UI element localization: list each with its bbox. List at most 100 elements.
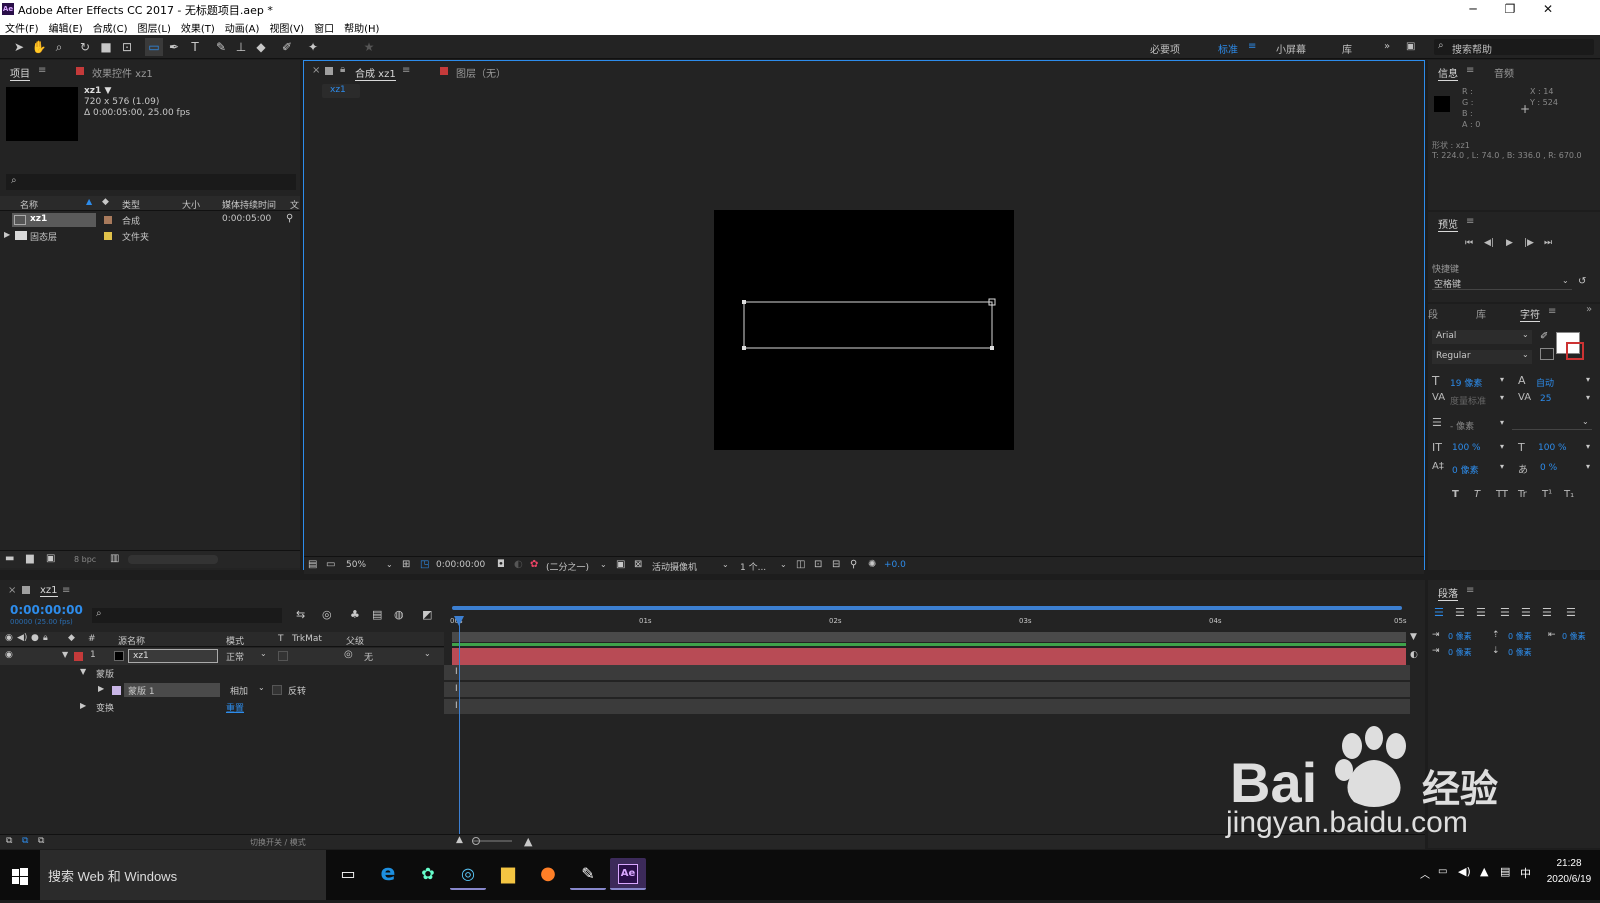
puppet-pin-tool-icon[interactable]: ✦ — [304, 38, 322, 56]
pickwhip-icon[interactable]: ◎ — [344, 649, 353, 660]
composition-canvas[interactable] — [714, 210, 1014, 450]
motion-blur-icon[interactable]: ◍ — [394, 608, 404, 621]
label-column-icon[interactable]: ◆ — [102, 197, 109, 207]
task-view-icon[interactable]: ▭ — [330, 858, 366, 890]
black-white-swatch[interactable] — [1540, 348, 1554, 360]
help-search-box[interactable]: ⌕ 搜索帮助 — [1434, 39, 1594, 56]
visibility-eye-icon[interactable]: ◉ — [5, 650, 13, 660]
mask-color-swatch[interactable] — [112, 686, 121, 695]
first-line-indent-value[interactable]: 0 像素 — [1448, 647, 1472, 658]
layer-switches-icon[interactable]: ⧉ — [6, 836, 12, 846]
tsume-value[interactable]: 0 % — [1540, 463, 1557, 473]
expand-arrow-icon[interactable]: ▶ — [98, 684, 104, 693]
roto-brush-tool-icon[interactable]: ✐ — [278, 38, 296, 56]
start-button[interactable] — [0, 850, 40, 900]
workspace-small-screen[interactable]: 小屏幕 — [1276, 41, 1306, 56]
dropdown-chevron-icon[interactable]: ▾ — [1500, 442, 1504, 451]
app-icon[interactable]: ✿ — [410, 858, 446, 890]
workspace-standard[interactable]: 标准 — [1218, 41, 1238, 56]
subscript-button[interactable]: T₁ — [1564, 489, 1574, 500]
firefox-icon[interactable]: ● — [530, 858, 566, 890]
column-trkmat[interactable]: TrkMat — [292, 634, 322, 644]
close-tab-icon[interactable]: × — [312, 65, 320, 76]
stroke-style-dropdown[interactable]: ⌄ — [1512, 417, 1592, 430]
tracking-value[interactable]: 25 — [1540, 394, 1551, 404]
dropdown-chevron-icon[interactable]: ▾ — [1586, 442, 1590, 451]
project-item-row[interactable]: xz1 合成 0:00:05:00 ⚲ — [0, 212, 300, 228]
next-frame-icon[interactable]: |▶ — [1524, 238, 1534, 248]
lock-icon[interactable]: 🔒︎ — [340, 64, 345, 75]
previous-frame-icon[interactable]: ◀| — [1484, 238, 1494, 248]
new-comp-icon[interactable]: ▣ — [46, 553, 55, 564]
frame-blending-icon[interactable]: ▤ — [372, 608, 382, 621]
tab-effect-controls[interactable]: 效果控件 xz1 — [92, 65, 153, 80]
transparency-grid-icon[interactable]: ⊠ — [634, 559, 642, 570]
exposure-value[interactable]: +0.0 — [884, 560, 906, 570]
comp-marker-bin-icon[interactable]: ▼ — [1410, 632, 1417, 642]
time-ruler[interactable]: 00s 01s 02s 03s 04s 05s — [444, 603, 1410, 631]
battery-icon[interactable]: ▭ — [1438, 866, 1447, 877]
dropdown-chevron-icon[interactable]: ▾ — [1500, 375, 1504, 384]
indent-left-value[interactable]: 0 像素 — [1448, 631, 1472, 642]
column-file[interactable]: 文 — [290, 198, 299, 211]
justify-right-icon[interactable]: ☰ — [1542, 606, 1552, 619]
brush-tool-icon[interactable]: ✎ — [212, 38, 230, 56]
dropdown-chevron-icon[interactable]: ⌄ — [258, 683, 265, 692]
minimize-button[interactable]: ─ — [1455, 0, 1491, 18]
align-left-icon[interactable]: ☰ — [1434, 606, 1444, 619]
project-search-input[interactable]: ⌕ — [6, 174, 296, 190]
masks-group-row[interactable]: ▼ 蒙版 — [0, 665, 444, 682]
more-workspaces-icon[interactable]: » — [1384, 41, 1390, 52]
info-panel-menu-icon[interactable]: ≡ — [1466, 65, 1474, 76]
dropdown-chevron-icon[interactable]: ▾ — [1500, 418, 1504, 427]
dropdown-chevron-icon[interactable]: ⌄ — [386, 560, 393, 569]
reset-exposure-icon[interactable]: ✺ — [868, 559, 876, 570]
tab-audio[interactable]: 音频 — [1494, 65, 1514, 80]
tab-layer[interactable]: 图层（无） — [456, 65, 506, 80]
more-panels-icon[interactable]: » — [1586, 304, 1592, 315]
invert-checkbox[interactable] — [272, 685, 282, 695]
snapshot-icon[interactable]: ◘ — [497, 559, 505, 570]
rectangle-mask-path[interactable] — [714, 210, 1014, 450]
paragraph-title[interactable]: 段落 — [1438, 585, 1458, 601]
workspace-essentials[interactable]: 必要项 — [1150, 41, 1180, 56]
dropdown-chevron-icon[interactable]: ⌄ — [424, 649, 431, 658]
dropdown-chevron-icon[interactable]: ⌄ — [260, 649, 267, 658]
volume-icon[interactable]: ◀) — [1458, 865, 1471, 878]
edge-browser-icon[interactable]: e — [370, 858, 406, 890]
play-icon[interactable]: ▶ — [1506, 238, 1513, 248]
graph-editor-icon[interactable]: ◩ — [422, 608, 432, 621]
layer-label-color[interactable] — [74, 652, 83, 661]
font-family-dropdown[interactable]: Arial ⌄ — [1432, 330, 1532, 344]
kerning-value[interactable]: 度量标准 — [1450, 394, 1486, 407]
tab-character[interactable]: 字符 — [1520, 306, 1540, 322]
loop-icon[interactable]: ↺ — [1578, 276, 1586, 287]
clone-stamp-tool-icon[interactable]: ⊥ — [232, 38, 250, 56]
label-column-icon[interactable]: ◆ — [68, 633, 75, 643]
tab-project[interactable]: 项目 — [10, 65, 30, 81]
file-explorer-icon[interactable]: ▆ — [490, 858, 526, 890]
dropdown-chevron-icon[interactable]: ▾ — [1586, 375, 1590, 384]
collapse-arrow-icon[interactable]: ▼ — [62, 650, 68, 659]
tab-composition[interactable]: 合成 xz1 — [355, 65, 396, 81]
lock-icon[interactable]: 🔒︎ — [43, 633, 48, 643]
notification-icon[interactable]: ▤ — [1500, 865, 1510, 878]
column-mode[interactable]: 模式 — [226, 634, 244, 647]
small-caps-button[interactable]: Tr — [1518, 489, 1527, 500]
layer-name-field[interactable]: xz1 — [128, 649, 218, 663]
eyedropper-icon[interactable]: ✐ — [1540, 331, 1548, 342]
tab-info[interactable]: 信息 — [1438, 65, 1458, 81]
monitor-icon[interactable]: ▭ — [326, 559, 335, 570]
ime-indicator[interactable]: 中 — [1520, 865, 1531, 881]
taskbar-clock[interactable]: 21:28 2020/6/19 — [1540, 856, 1598, 890]
transform-row[interactable]: ▶ 变换 重置 — [0, 699, 444, 716]
draft-3d-icon[interactable]: ◎ — [322, 608, 332, 621]
reset-link[interactable]: 重置 — [226, 701, 244, 714]
superscript-button[interactable]: T¹ — [1542, 489, 1552, 500]
stroke-width-value[interactable]: - 像素 — [1450, 419, 1474, 432]
workspace-library[interactable]: 库 — [1342, 41, 1352, 56]
justify-left-icon[interactable]: ☰ — [1500, 606, 1510, 619]
vertical-scale-value[interactable]: 100 % — [1452, 443, 1481, 453]
thumbnail-scroll[interactable] — [128, 555, 218, 564]
timeline-search-input[interactable]: ⌕ — [92, 608, 282, 623]
